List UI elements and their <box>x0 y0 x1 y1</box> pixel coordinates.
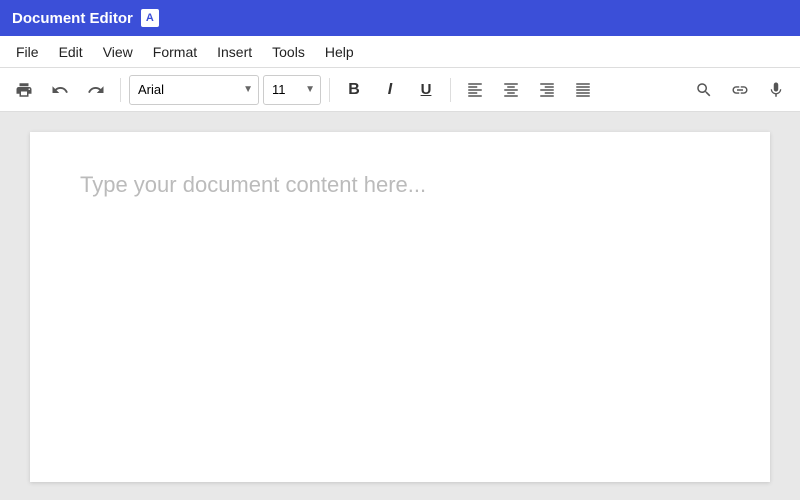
size-selector-wrapper: 8 9 10 11 12 14 16 18 24 36 ▼ <box>263 75 321 105</box>
menu-item-format[interactable]: Format <box>143 40 207 64</box>
search-icon <box>695 81 713 99</box>
italic-button[interactable]: I <box>374 74 406 106</box>
search-button[interactable] <box>688 74 720 106</box>
app-title: Document Editor <box>12 10 133 27</box>
redo-button[interactable] <box>80 74 112 106</box>
menu-item-file[interactable]: File <box>6 40 49 64</box>
menu-item-tools[interactable]: Tools <box>262 40 315 64</box>
menu-item-insert[interactable]: Insert <box>207 40 262 64</box>
print-icon <box>15 81 33 99</box>
document-page[interactable]: Type your document content here... <box>30 132 770 482</box>
undo-button[interactable] <box>44 74 76 106</box>
separator-1 <box>120 78 121 102</box>
document-placeholder: Type your document content here... <box>80 172 720 198</box>
size-selector[interactable]: 8 9 10 11 12 14 16 18 24 36 <box>263 75 321 105</box>
menu-bar: File Edit View Format Insert Tools Help <box>0 36 800 68</box>
menu-item-edit[interactable]: Edit <box>49 40 93 64</box>
align-right-icon <box>538 81 556 99</box>
align-center-button[interactable] <box>495 74 527 106</box>
link-button[interactable] <box>724 74 756 106</box>
align-right-button[interactable] <box>531 74 563 106</box>
redo-icon <box>87 81 105 99</box>
app-icon: A <box>141 9 159 27</box>
align-left-button[interactable] <box>459 74 491 106</box>
font-selector-wrapper: Arial Times New Roman Courier New Georgi… <box>129 75 259 105</box>
italic-icon: I <box>388 81 392 99</box>
undo-icon <box>51 81 69 99</box>
bold-button[interactable]: B <box>338 74 370 106</box>
microphone-button[interactable] <box>760 74 792 106</box>
toolbar: Arial Times New Roman Courier New Georgi… <box>0 68 800 112</box>
microphone-icon <box>767 81 785 99</box>
align-justify-icon <box>574 81 592 99</box>
menu-item-help[interactable]: Help <box>315 40 364 64</box>
title-bar: Document Editor A <box>0 0 800 36</box>
separator-3 <box>450 78 451 102</box>
align-center-icon <box>502 81 520 99</box>
underline-button[interactable]: U <box>410 74 442 106</box>
align-left-icon <box>466 81 484 99</box>
bold-icon: B <box>348 81 360 99</box>
underline-icon: U <box>421 81 432 98</box>
print-button[interactable] <box>8 74 40 106</box>
menu-item-view[interactable]: View <box>93 40 143 64</box>
font-selector[interactable]: Arial Times New Roman Courier New Georgi… <box>129 75 259 105</box>
separator-2 <box>329 78 330 102</box>
link-icon <box>731 81 749 99</box>
align-justify-button[interactable] <box>567 74 599 106</box>
document-area: Type your document content here... <box>0 112 800 500</box>
